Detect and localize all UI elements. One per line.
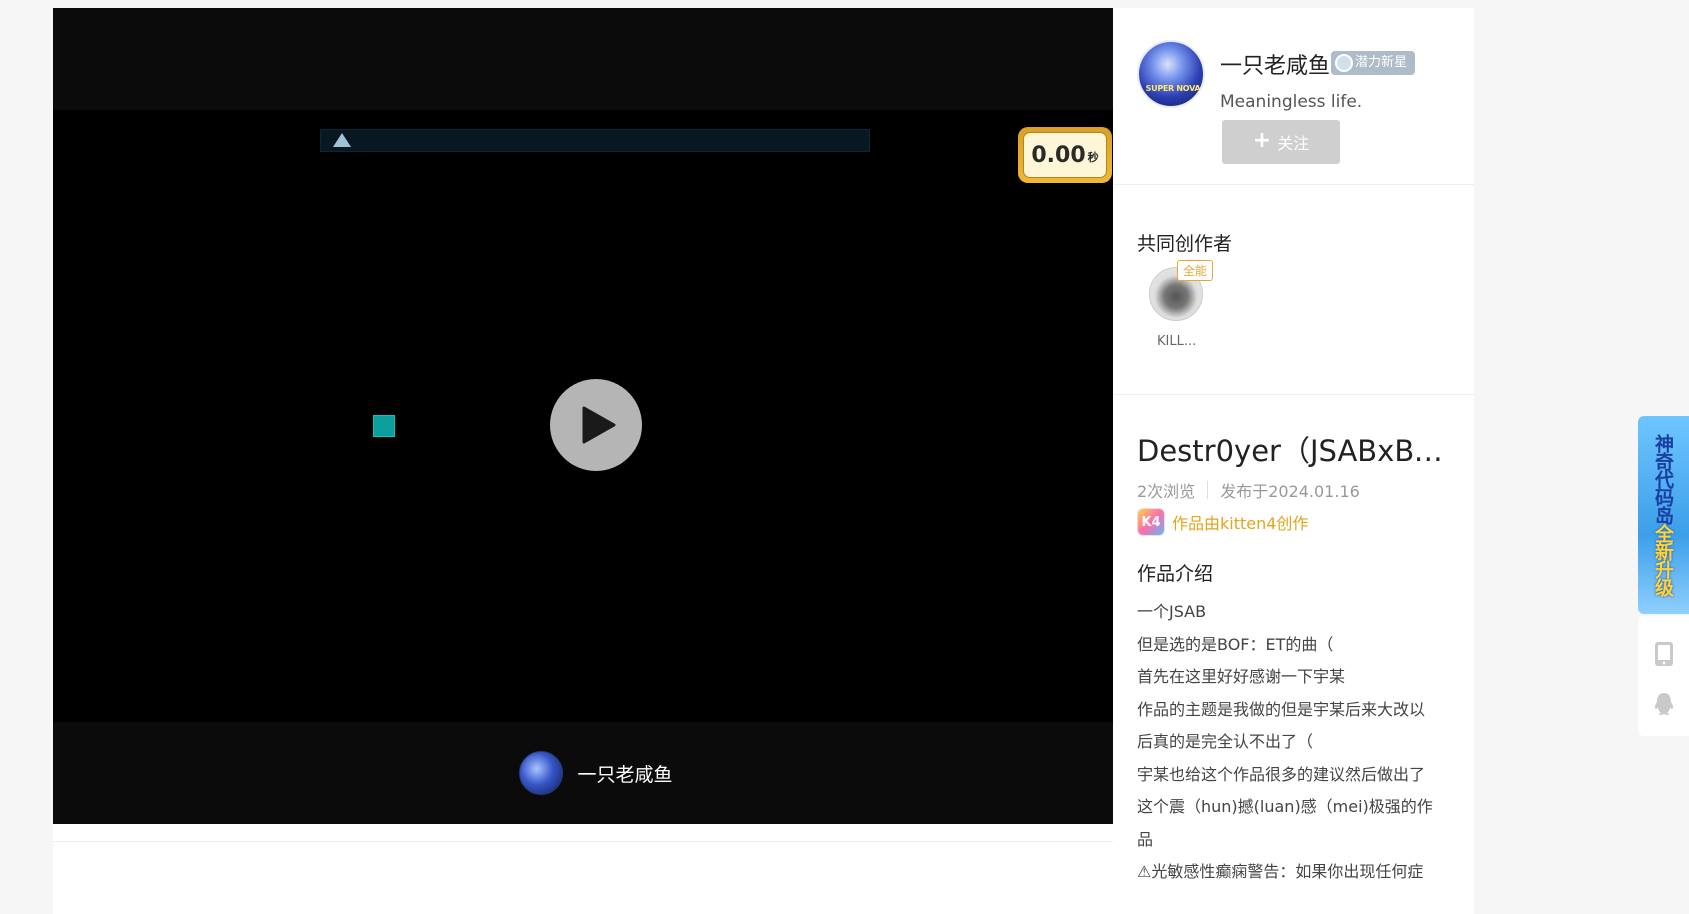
play-icon (582, 406, 616, 444)
timer-badge: 0.00 秒 (1018, 127, 1112, 183)
description-line: 宇某也给这个作品很多的建议然后做出了 (1137, 764, 1426, 784)
tablet-icon (1654, 641, 1673, 666)
coauthor-role-badge: 全能 (1177, 260, 1214, 281)
profile-bio: Meaningless life. (1220, 92, 1363, 112)
song-progress-bar (320, 129, 870, 152)
made-with-label[interactable]: 作品由kitten4创作 (1172, 510, 1308, 534)
level-badge: 潜力新星 (1331, 51, 1416, 75)
progress-marker-icon (333, 133, 351, 147)
profile-avatar[interactable]: SUPER NOVA (1137, 40, 1205, 108)
plus-icon: + (1252, 128, 1272, 153)
author-avatar[interactable] (519, 751, 564, 795)
player-cube (373, 415, 395, 437)
follow-label: 关注 (1277, 134, 1310, 153)
coauthors-title: 共同创作者 (1137, 233, 1233, 255)
play-button[interactable] (550, 379, 642, 471)
author-profile: SUPER NOVA 一只老咸鱼 潜力新星 Meaningless life. … (1113, 8, 1474, 185)
meta-separator (1207, 481, 1209, 499)
description-line: 首先在这里好好感谢一下宇某 (1137, 667, 1346, 686)
level-badge-label: 潜力新星 (1355, 55, 1408, 70)
work-info: Destr0yer（JSABxBOF：ET） 2次浏览 发布于2024.01.1… (1113, 396, 1474, 914)
timer-value: 0.00 (1031, 142, 1086, 168)
publish-date: 发布于2024.01.16 (1220, 482, 1360, 501)
floating-tools (1638, 616, 1689, 736)
qq-share-button[interactable] (1648, 688, 1679, 719)
player-card: 0.00 秒 一只老咸鱼 (53, 8, 1139, 914)
sidebar: SUPER NOVA 一只老咸鱼 潜力新星 Meaningless life. … (1113, 8, 1474, 914)
description-line: 这个震（hun)撼(luan)感（mei)极强的作 (1137, 797, 1433, 816)
description-line: 但是选的是BOF：ET的曲（ (1137, 634, 1334, 654)
work-description: 一个JSAB 但是选的是BOF：ET的曲（ 首先在这里好好感谢一下宇某 作品的主… (1137, 596, 1455, 889)
follow-button[interactable]: + 关注 (1222, 120, 1340, 164)
kitten-icon: K4 (1137, 508, 1165, 536)
timer-inner: 0.00 秒 (1023, 132, 1107, 178)
description-line: ⚠光敏感性癫痫警告：如果你出现任何症 (1137, 862, 1424, 881)
coauthor-name[interactable]: KILL... (1157, 334, 1196, 349)
author-name[interactable]: 一只老咸鱼 (577, 760, 672, 787)
description-line: 作品的主题是我做的但是宇某后来大改以 (1137, 699, 1426, 719)
mobile-view-button[interactable] (1648, 638, 1679, 669)
player-author-strip[interactable]: 一只老咸鱼 (53, 722, 1139, 824)
qq-icon (1654, 692, 1673, 715)
profile-name[interactable]: 一只老咸鱼 (1220, 48, 1330, 80)
work-meta: 2次浏览 发布于2024.01.16 (1137, 478, 1360, 502)
avatar-tag: SUPER NOVA (1145, 84, 1201, 93)
divider (53, 841, 1139, 842)
promo-text-main: 神奇代码岛 (1652, 434, 1674, 524)
coauthors-section: 共同创作者 全能 KILL... (1113, 185, 1474, 395)
description-line: 一个JSAB (1137, 602, 1207, 621)
game-stage[interactable]: 0.00 秒 (53, 110, 1139, 722)
work-title: Destr0yer（JSABxBOF：ET） (1137, 434, 1457, 468)
promo-banner[interactable]: 神奇代码岛 全新升级 (1638, 416, 1689, 614)
view-count: 2次浏览 (1137, 482, 1196, 501)
made-with-link[interactable]: K4 作品由kitten4创作 (1137, 508, 1308, 536)
work-player[interactable]: 0.00 秒 一只老咸鱼 (53, 8, 1139, 824)
description-line: 品 (1137, 829, 1154, 849)
description-line: 后真的是完全认不出了（ (1137, 732, 1314, 751)
promo-text-sub: 全新升级 (1652, 524, 1674, 596)
timer-unit: 秒 (1087, 151, 1099, 164)
description-title: 作品介绍 (1137, 563, 1214, 585)
star-badge-icon (1335, 54, 1353, 72)
